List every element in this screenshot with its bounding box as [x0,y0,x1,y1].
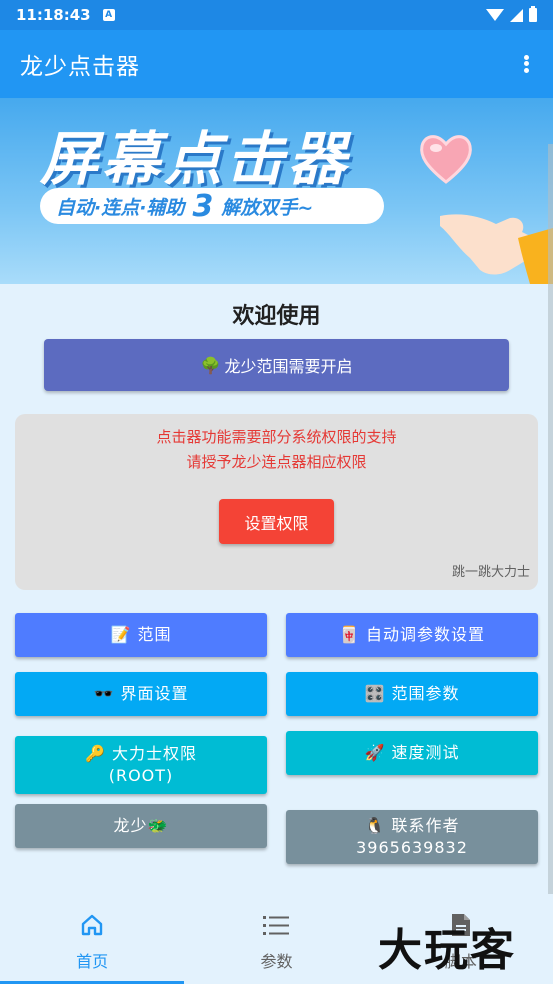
watermark: 大玩客 [378,925,516,976]
speed-test-label: 速度测试 [391,743,460,762]
range-params-button[interactable]: 🎛️ 范围参数 [286,672,538,716]
hand-icon [440,214,553,284]
speed-test-button[interactable]: 🚀 速度测试 [286,731,538,775]
banner-title: 屏幕点击器 [40,125,351,193]
ui-settings-label: 界面设置 [120,684,189,703]
permission-message-1: 点击器功能需要部分系统权限的支持 [156,428,397,446]
root-permission-button[interactable]: 🔑 大力士权限 (ROOT) [15,736,267,794]
root-permission-sub: (ROOT) [108,766,174,785]
nav-params[interactable]: 参数 [184,894,368,984]
key-icon: 🔑 [85,744,106,763]
range-enable-label: 龙少范围需要开启 [224,357,353,376]
penguin-icon: 🐧 [364,816,386,835]
permission-footer: 跳一跳大力士 [451,565,530,580]
list-icon [263,912,290,938]
range-params-label: 范围参数 [391,684,460,703]
rocket-icon: 🚀 [364,743,386,762]
banner-slogan-left: 自动·连点·辅助 [56,196,185,219]
main-content[interactable]: 屏幕点击器 自动·连点·辅助 3 解放双手~ 欢迎使用 🌳 龙少范围需要开启 点… [0,98,553,894]
app-title: 龙少点击器 [20,54,140,80]
nav-home-label: 首页 [76,952,109,971]
banner-slogan-number: 3 [192,188,214,224]
app-bar: 龙少点击器 [0,30,553,98]
banner-slogan-right: 解放双手~ [221,196,314,219]
banner-slogan: 自动·连点·辅助 3 解放双手~ [40,188,384,224]
sunglasses-icon: 🕶️ [93,684,115,703]
contact-author-button[interactable]: 🐧 联系作者 3965639832 [286,810,538,864]
status-bar: 11:18:43 A [0,0,553,30]
promo-banner: 屏幕点击器 自动·连点·辅助 3 解放双手~ [0,98,553,284]
nav-params-label: 参数 [260,952,293,971]
status-icons [486,6,537,22]
memo-icon: 📝 [110,625,132,644]
control-knobs-icon: 🎛️ [364,684,386,703]
contact-author-label: 联系作者 [391,816,460,835]
auto-params-label: 自动调参数设置 [365,625,485,644]
dragon-icon: 🐲 [147,816,169,835]
longshao-button[interactable]: 龙少 🐲 [15,804,267,848]
welcome-heading: 欢迎使用 [232,304,321,329]
permission-message-2: 请授予龙少连点器相应权限 [186,453,367,471]
range-button[interactable]: 📝 范围 [15,613,267,657]
root-permission-label: 大力士权限 [111,744,197,763]
scrollbar[interactable] [548,144,553,894]
set-permission-button[interactable]: 设置权限 [219,499,334,544]
wifi-icon [486,9,504,21]
ui-settings-button[interactable]: 🕶️ 界面设置 [15,672,267,716]
mahjong-icon: 🀄 [339,625,360,644]
permission-card: 点击器功能需要部分系统权限的支持 请授予龙少连点器相应权限 设置权限 跳一跳大力… [15,414,538,590]
auto-params-button[interactable]: 🀄 自动调参数设置 [286,613,538,657]
nav-home[interactable]: 首页 [0,894,184,984]
overflow-menu-icon[interactable] [519,52,533,76]
heart-icon [420,135,472,184]
contact-author-qq: 3965639832 [356,838,468,857]
battery-icon [529,6,537,22]
signal-icon [510,8,523,22]
notification-badge-icon: A [102,9,115,21]
longshao-label: 龙少 [113,816,148,835]
home-icon [80,912,104,938]
status-time: 11:18:43 [16,6,91,24]
range-button-label: 范围 [137,625,172,644]
range-enable-button[interactable]: 🌳 龙少范围需要开启 [44,339,509,391]
tree-icon: 🌳 [200,355,221,375]
